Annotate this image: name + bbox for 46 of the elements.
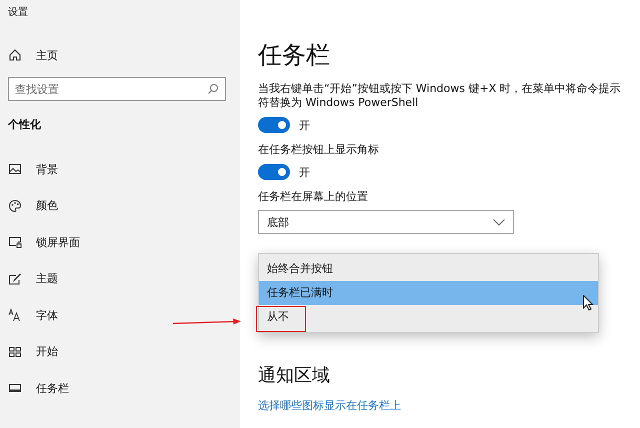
nav-label: 任务栏 <box>36 380 69 396</box>
nav-item[interactable]: 背景 <box>8 161 226 177</box>
cursor-icon <box>583 295 594 311</box>
nav-label: 背景 <box>36 162 58 176</box>
nav-label: 开始 <box>36 344 58 359</box>
section-heading: 个性化 <box>8 117 42 133</box>
nav-label: 主页 <box>36 48 58 62</box>
setting-label: 当我右键单击“开始”按钮或按下 Windows 键+X 时，在菜单中将命令提示符替换为 Windows PowerShell <box>258 82 622 110</box>
search-icon <box>207 83 219 95</box>
nav-label: 主题 <box>36 271 58 286</box>
image-icon <box>8 162 22 176</box>
nav-item[interactable]: 开始 <box>8 344 226 360</box>
theme-icon <box>8 272 22 286</box>
nav-item[interactable]: 颜色 <box>8 198 226 214</box>
window-title: 设置 <box>8 6 29 20</box>
notification-icons-link[interactable]: 选择哪些图标显示在任务栏上 <box>258 398 401 413</box>
taskbar-icon <box>8 381 22 395</box>
palette-icon <box>8 198 22 212</box>
nav-item[interactable]: 任务栏 <box>8 380 226 396</box>
nav-item[interactable]: 字体 <box>8 307 226 323</box>
toggle-state: 开 <box>299 164 310 180</box>
setting-label: 在任务栏按钮上显示角标 <box>258 143 380 157</box>
toggle-switch[interactable] <box>258 117 290 133</box>
section-heading: 通知区域 <box>258 364 331 388</box>
nav-item[interactable]: 主题 <box>8 270 226 286</box>
nav-label: 颜色 <box>36 198 58 213</box>
nav-label: 字体 <box>36 308 58 322</box>
highlight-box <box>256 306 306 332</box>
nav-item[interactable]: 锁屏界面 <box>8 234 226 250</box>
toggle-state: 开 <box>299 118 310 132</box>
home-nav-item[interactable]: 主页 <box>8 47 226 63</box>
toggle-switch[interactable] <box>258 164 290 180</box>
nav-label: 锁屏界面 <box>36 234 80 250</box>
font-icon <box>8 308 22 322</box>
home-icon <box>8 48 22 62</box>
search-field[interactable]: 查找设置 <box>8 77 226 101</box>
annotation-arrow <box>173 318 241 326</box>
lock-screen-icon <box>8 235 22 249</box>
position-dropdown[interactable]: 底部 <box>258 210 514 234</box>
chevron-icon <box>493 218 505 226</box>
list-option[interactable]: 始终合并按钮 <box>259 257 598 281</box>
start-menu-icon <box>8 344 22 358</box>
list-option[interactable]: 从不 <box>259 305 598 329</box>
page-title: 任务栏 <box>258 40 331 71</box>
setting-label: 任务栏在屏幕上的位置 <box>258 190 369 204</box>
list-option[interactable]: 任务栏已满时 <box>259 281 598 305</box>
